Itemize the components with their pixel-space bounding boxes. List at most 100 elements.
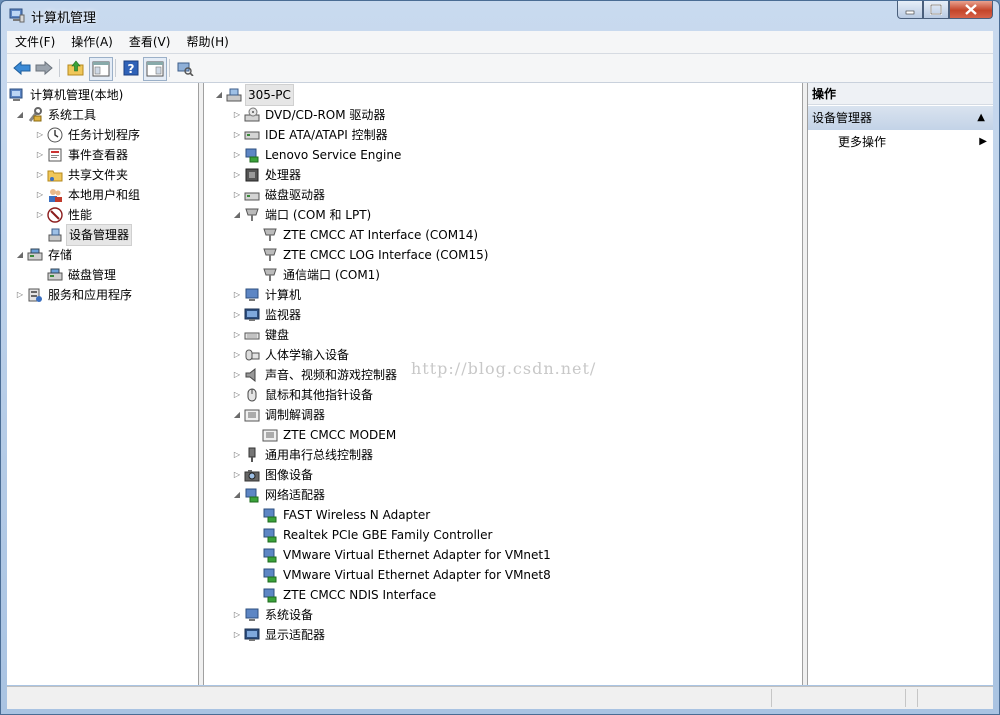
device-category-processor[interactable]: ▷ 处理器 <box>232 165 303 185</box>
device-category-keyboards[interactable]: ▷ 键盘 <box>232 325 291 345</box>
device-category-ports[interactable]: ◢ 端口 (COM 和 LPT) <box>232 205 373 225</box>
port-icon <box>262 267 278 283</box>
expand-arrow-icon[interactable]: ▷ <box>232 185 242 205</box>
device-modem-zte[interactable]: ZTE CMCC MODEM <box>262 425 398 445</box>
services-icon <box>27 287 43 303</box>
device-port-com1[interactable]: 通信端口 (COM1) <box>262 265 382 285</box>
event-viewer-icon <box>47 147 63 163</box>
expand-arrow-icon[interactable]: ▷ <box>232 325 242 345</box>
close-button[interactable] <box>949 1 993 19</box>
device-category-system[interactable]: ▷ 系统设备 <box>232 605 315 625</box>
expand-arrow-icon[interactable]: ▷ <box>232 125 242 145</box>
title-bar[interactable]: 计算机管理 <box>1 1 999 29</box>
expand-arrow-icon[interactable]: ▷ <box>35 145 45 165</box>
device-category-usb[interactable]: ▷ 通用串行总线控制器 <box>232 445 375 465</box>
collapse-arrow-icon[interactable]: ◢ <box>232 485 242 505</box>
tree-item-shared-folders[interactable]: ▷ 共享文件夹 <box>35 165 130 185</box>
expand-arrow-icon[interactable]: ▷ <box>15 285 25 305</box>
submenu-arrow-icon: ▶ <box>979 136 987 147</box>
expand-arrow-icon[interactable]: ▷ <box>35 205 45 225</box>
device-network-realtek[interactable]: Realtek PCIe GBE Family Controller <box>262 525 494 545</box>
collapse-up-icon[interactable]: ▲ <box>977 106 985 130</box>
expand-arrow-icon[interactable]: ▷ <box>232 365 242 385</box>
tree-item-local-users-groups[interactable]: ▷ 本地用户和组 <box>35 185 142 205</box>
actions-group-device-manager[interactable]: 设备管理器 ▲ <box>808 106 993 130</box>
tree-item-performance[interactable]: ▷ 性能 <box>35 205 94 225</box>
device-category-monitors[interactable]: ▷ 监视器 <box>232 305 303 325</box>
more-actions-item[interactable]: 更多操作 ▶ <box>808 131 993 153</box>
device-category-imaging[interactable]: ▷ 图像设备 <box>232 465 315 485</box>
network-adapter-icon <box>262 587 278 603</box>
expand-arrow-icon[interactable]: ▷ <box>232 345 242 365</box>
device-category-dvd[interactable]: ▷ DVD/CD-ROM 驱动器 <box>232 105 387 125</box>
svg-text:?: ? <box>128 62 135 76</box>
port-icon <box>262 227 278 243</box>
modem-icon <box>262 427 278 443</box>
expand-arrow-icon[interactable]: ▷ <box>35 125 45 145</box>
device-category-ide[interactable]: ▷ IDE ATA/ATAPI 控制器 <box>232 125 390 145</box>
device-category-computer[interactable]: ▷ 计算机 <box>232 285 303 305</box>
network-adapter-icon <box>262 547 278 563</box>
collapse-arrow-icon[interactable]: ◢ <box>232 405 242 425</box>
network-adapter-icon <box>262 507 278 523</box>
actions-header: 操作 <box>808 83 993 105</box>
status-bar <box>7 686 993 709</box>
port-icon <box>244 207 260 223</box>
tree-item-event-viewer[interactable]: ▷ 事件查看器 <box>35 145 130 165</box>
menu-help[interactable]: 帮助(H) <box>178 31 236 53</box>
expand-arrow-icon[interactable]: ▷ <box>232 385 242 405</box>
forward-arrow-icon[interactable] <box>33 57 55 79</box>
computer-icon <box>244 287 260 303</box>
device-network-zte-ndis[interactable]: ZTE CMCC NDIS Interface <box>262 585 438 605</box>
expand-arrow-icon[interactable]: ▷ <box>232 305 242 325</box>
device-category-sound[interactable]: ▷ 声音、视频和游戏控制器 <box>232 365 399 385</box>
device-category-hid[interactable]: ▷ 人体学输入设备 <box>232 345 351 365</box>
device-category-lenovo[interactable]: ▷ Lenovo Service Engine <box>232 145 403 165</box>
tree-item-disk-management[interactable]: 磁盘管理 <box>47 265 118 285</box>
expand-arrow-icon[interactable]: ▷ <box>232 465 242 485</box>
tree-item-storage[interactable]: ◢ 存储 <box>15 245 74 265</box>
expand-arrow-icon[interactable]: ▷ <box>232 105 242 125</box>
tree-item-task-scheduler[interactable]: ▷ 任务计划程序 <box>35 125 142 145</box>
device-port-com15[interactable]: ZTE CMCC LOG Interface (COM15) <box>262 245 490 265</box>
expand-arrow-icon[interactable]: ▷ <box>232 165 242 185</box>
collapse-arrow-icon[interactable]: ◢ <box>214 85 224 105</box>
shared-folder-icon <box>47 167 63 183</box>
show-hide-action-pane-icon[interactable] <box>143 57 167 81</box>
back-arrow-icon[interactable] <box>11 57 33 79</box>
menu-file[interactable]: 文件(F) <box>7 31 63 53</box>
expand-arrow-icon[interactable]: ▷ <box>35 165 45 185</box>
device-network-vmnet8[interactable]: VMware Virtual Ethernet Adapter for VMne… <box>262 565 553 585</box>
menu-action[interactable]: 操作(A) <box>63 31 121 53</box>
device-category-network[interactable]: ◢ 网络适配器 <box>232 485 327 505</box>
tree-item-computer-management[interactable]: 计算机管理(本地) <box>9 85 125 105</box>
device-category-display[interactable]: ▷ 显示适配器 <box>232 625 327 645</box>
device-category-modems[interactable]: ◢ 调制解调器 <box>232 405 327 425</box>
up-folder-icon[interactable] <box>65 57 87 79</box>
device-port-com14[interactable]: ZTE CMCC AT Interface (COM14) <box>262 225 480 245</box>
device-network-vmnet1[interactable]: VMware Virtual Ethernet Adapter for VMne… <box>262 545 553 565</box>
collapse-arrow-icon[interactable]: ◢ <box>232 205 242 225</box>
device-network-fast[interactable]: FAST Wireless N Adapter <box>262 505 432 525</box>
expand-arrow-icon[interactable]: ▷ <box>232 605 242 625</box>
expand-arrow-icon[interactable]: ▷ <box>232 445 242 465</box>
help-icon[interactable]: ? <box>120 57 142 79</box>
tree-item-system-tools[interactable]: ◢ 系统工具 <box>15 105 98 125</box>
collapse-arrow-icon[interactable]: ◢ <box>15 105 25 125</box>
expand-arrow-icon[interactable]: ▷ <box>232 145 242 165</box>
device-category-mouse[interactable]: ▷ 鼠标和其他指针设备 <box>232 385 375 405</box>
expand-arrow-icon[interactable]: ▷ <box>35 185 45 205</box>
device-category-disk-drives[interactable]: ▷ 磁盘驱动器 <box>232 185 327 205</box>
expand-arrow-icon[interactable]: ▷ <box>232 625 242 645</box>
tree-item-services-applications[interactable]: ▷ 服务和应用程序 <box>15 285 134 305</box>
scan-hardware-icon[interactable] <box>174 57 196 79</box>
collapse-arrow-icon[interactable]: ◢ <box>15 245 25 265</box>
menu-view[interactable]: 查看(V) <box>121 31 179 53</box>
expand-arrow-icon[interactable]: ▷ <box>232 285 242 305</box>
maximize-button[interactable] <box>923 1 949 19</box>
minimize-button[interactable] <box>897 1 923 19</box>
device-root[interactable]: ◢ 305-PC <box>214 84 294 106</box>
show-hide-console-tree-icon[interactable] <box>89 57 113 81</box>
network-adapter-icon <box>262 567 278 583</box>
tree-item-device-manager[interactable]: 设备管理器 <box>47 224 133 246</box>
